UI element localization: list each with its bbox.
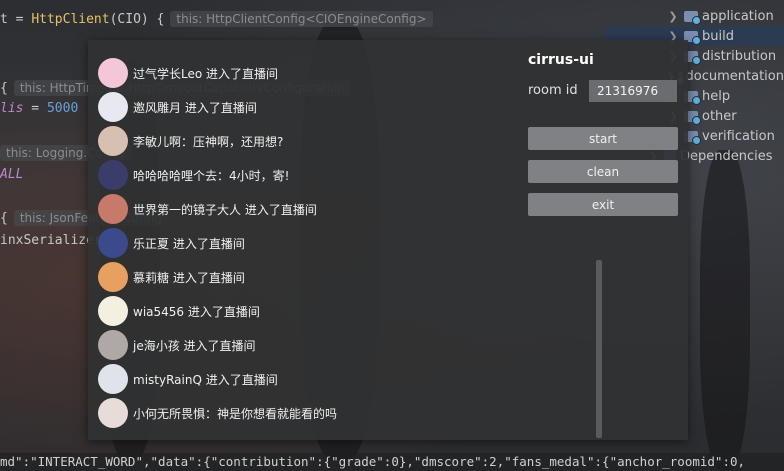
list-item: 过气学长Leo 进入了直播间 (98, 58, 278, 88)
room-id-input[interactable] (589, 80, 677, 102)
message-text: 乐正夏 进入了直播间 (133, 236, 245, 251)
message-text: 小何无所畏惧：神是你想看就能看的吗 (133, 406, 338, 421)
clean-button[interactable]: clean (528, 160, 678, 183)
list-item: 乐正夏 进入了直播间 (98, 228, 245, 258)
message-text: 哈哈哈哈哩个去：4小时，寄! (133, 168, 290, 183)
list-item: 世界第一的镜子大人 进入了直播间 (98, 194, 317, 224)
message-text: je海小孩 进入了直播间 (133, 338, 256, 353)
tree-item-application[interactable]: ❯ application (606, 6, 784, 26)
list-item: 小何无所畏惧：神是你想看就能看的吗 (98, 398, 337, 428)
avatar (98, 92, 128, 122)
avatar (98, 364, 128, 394)
chevron-right-icon[interactable]: ❯ (666, 10, 680, 23)
message-list[interactable]: 过气学长Leo 进入了直播间 邀风雕月 进入了直播间 李敏儿啊：压神啊，还用想?… (88, 40, 602, 440)
code-text: t = (0, 12, 32, 27)
list-item: 李敏儿啊：压神啊，还用想? (98, 126, 283, 156)
message-text: 慕莉糖 进入了直播间 (133, 270, 245, 285)
avatar (98, 262, 128, 292)
tree-item-label: other (702, 108, 737, 124)
list-item: mistyRainQ 进入了直播间 (98, 364, 278, 394)
app-title: cirrus-ui (528, 52, 594, 68)
avatar (98, 330, 128, 360)
code-property: lis (0, 101, 24, 116)
inlay-hint: this: HttpClientConfig<CIOEngineConfig> (170, 11, 433, 27)
code-number: 5000 (46, 101, 79, 116)
code-text: { (0, 211, 8, 226)
message-text: 过气学长Leo 进入了直播间 (133, 66, 279, 81)
cirrus-ui-window: 过气学长Leo 进入了直播间 邀风雕月 进入了直播间 李敏儿啊：压神啊，还用想?… (88, 40, 688, 440)
tree-item-label: build (702, 28, 734, 44)
folder-icon (684, 10, 701, 25)
list-item: 邀风雕月 进入了直播间 (98, 92, 257, 122)
avatar (98, 228, 128, 258)
message-text: 世界第一的镜子大人 进入了直播间 (133, 202, 317, 217)
console-log-line: md":"INTERACT_WORD","data":{"contributio… (0, 453, 784, 471)
list-item: je海小孩 进入了直播间 (98, 330, 256, 360)
code-line: t = HttpClient(CIO) { this: HttpClientCon… (0, 11, 433, 27)
avatar (98, 296, 128, 326)
code-constant: ALL (0, 167, 24, 182)
avatar (98, 126, 128, 156)
avatar (98, 58, 128, 88)
list-item: 哈哈哈哈哩个去：4小时，寄! (98, 160, 289, 190)
code-text: { (0, 81, 8, 96)
code-call: HttpClient (31, 12, 110, 27)
message-text: wia5456 进入了直播间 (133, 304, 260, 319)
tree-item-label: Dependencies (680, 148, 773, 164)
list-item: 慕莉糖 进入了直播间 (98, 262, 245, 292)
list-item: wia5456 进入了直播间 (98, 296, 260, 326)
tree-item-label: help (702, 88, 731, 104)
tree-item-label: application (702, 8, 774, 24)
message-text: mistyRainQ 进入了直播间 (133, 372, 278, 387)
exit-button[interactable]: exit (528, 193, 678, 216)
tree-item-label: distribution (702, 48, 777, 64)
tree-item-label: documentation (685, 68, 784, 84)
message-text: 李敏儿啊：压神啊，还用想? (133, 134, 284, 149)
message-text: 邀风雕月 进入了直播间 (133, 100, 257, 115)
avatar (98, 194, 128, 224)
avatar (98, 398, 128, 428)
code-args: (CIO) { (109, 12, 165, 27)
code-text: = (23, 101, 47, 116)
avatar (98, 160, 128, 190)
control-panel: cirrus-ui room id start clean exit (528, 40, 688, 440)
code-line: lis = 5000 (0, 101, 78, 116)
tree-item-label: verification (702, 128, 775, 144)
room-id-label: room id (528, 83, 578, 98)
code-line: ALL (0, 167, 23, 182)
start-button[interactable]: start (528, 127, 678, 150)
